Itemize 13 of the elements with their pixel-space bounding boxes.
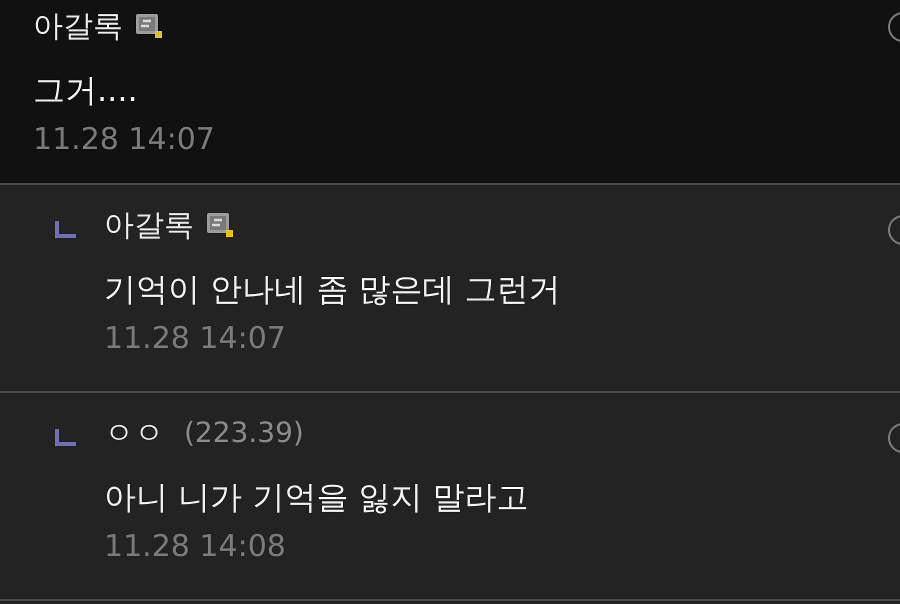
ip-address: (223.39) <box>184 415 304 451</box>
author-name: 아갈록 <box>104 206 194 244</box>
comment-text: 그거.... <box>33 70 139 110</box>
comment-time: 11.28 14:07 <box>104 320 287 358</box>
comment-text: 기억이 안나네 좀 많은데 그런거 <box>104 269 562 309</box>
author-name: ㅇㅇ <box>104 414 164 452</box>
delete-button[interactable] <box>888 12 900 42</box>
comment-text: 아니 니가 기억을 잃지 말라고 <box>104 477 530 517</box>
delete-button[interactable] <box>888 215 900 245</box>
comment-time: 11.28 14:08 <box>104 528 287 566</box>
author-name: 아갈록 <box>33 8 123 46</box>
delete-button[interactable] <box>888 423 900 453</box>
comment-time: 11.28 14:07 <box>33 121 216 159</box>
